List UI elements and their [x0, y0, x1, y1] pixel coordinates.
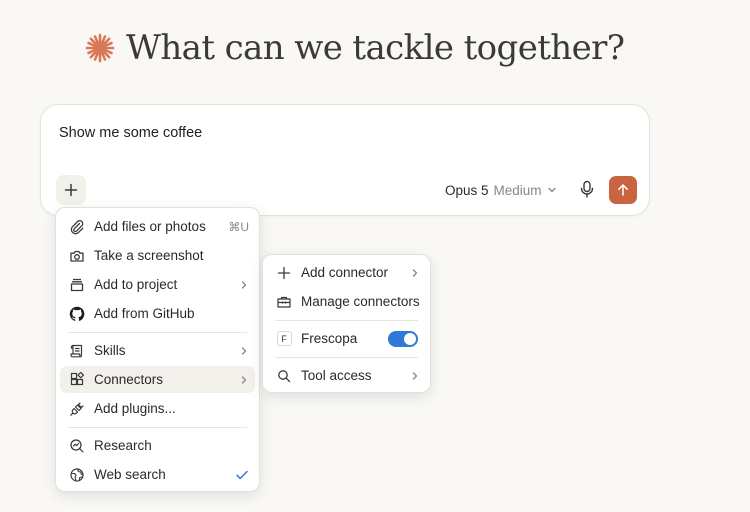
menu-item-tool-access[interactable]: Tool access: [267, 362, 426, 389]
chevron-right-icon: [412, 268, 418, 277]
menu-item-manage-connectors[interactable]: Manage connectors: [267, 288, 426, 315]
chevron-right-icon: [241, 375, 247, 384]
chevron-right-icon: [241, 346, 247, 355]
toolbox-icon: [273, 291, 295, 313]
model-selector[interactable]: Opus 5 Medium: [445, 180, 557, 200]
connectors-icon: [66, 369, 88, 391]
prompt-composer: Show me some coffee Opus 5 Medium: [40, 104, 650, 216]
menu-divider: [275, 357, 418, 358]
menu-item-web-search[interactable]: Web search: [60, 461, 255, 488]
menu-item-add-connector[interactable]: Add connector: [267, 259, 426, 286]
add-content-button[interactable]: [56, 175, 86, 205]
model-name: Opus 5: [445, 182, 489, 198]
project-box-icon: [66, 274, 88, 296]
page-title: What can we tackle together?: [126, 28, 625, 68]
keyboard-shortcut: ⌘U: [228, 219, 249, 234]
frescopa-toggle[interactable]: [388, 330, 418, 347]
frescopa-badge: F: [276, 331, 292, 346]
checkmark-icon: [236, 470, 248, 479]
menu-divider: [68, 427, 247, 428]
spark-logo-icon: [85, 33, 115, 63]
send-button[interactable]: [609, 176, 637, 204]
menu-divider: [275, 320, 418, 321]
menu-item-research[interactable]: Research: [60, 432, 255, 459]
toggle-knob: [404, 332, 416, 345]
add-content-menu: Add files or photos ⌘U Take a screenshot…: [55, 207, 260, 492]
greeting-headline: What can we tackle together?: [84, 24, 625, 72]
connectors-submenu: Add connector Manage connectors F Fresco…: [262, 254, 431, 393]
plus-icon: [64, 183, 78, 197]
menu-item-skills[interactable]: Skills: [60, 337, 255, 364]
menu-divider: [68, 332, 247, 333]
model-effort: Medium: [493, 182, 542, 198]
research-icon: [66, 435, 88, 457]
menu-item-frescopa[interactable]: F Frescopa: [267, 325, 426, 352]
arrow-up-icon: [618, 184, 628, 196]
menu-item-add-files[interactable]: Add files or photos ⌘U: [60, 213, 255, 240]
voice-input-button[interactable]: [575, 177, 599, 201]
plug-icon: [66, 398, 88, 420]
menu-item-add-from-github[interactable]: Add from GitHub: [60, 300, 255, 327]
globe-icon: [66, 464, 88, 486]
camera-icon: [66, 245, 88, 267]
search-icon: [273, 365, 295, 387]
scroll-icon: [66, 340, 88, 362]
paperclip-icon: [66, 216, 88, 238]
menu-item-screenshot[interactable]: Take a screenshot: [60, 242, 255, 269]
chevron-down-icon: [547, 187, 556, 193]
github-icon: [66, 303, 88, 325]
menu-item-add-plugins[interactable]: Add plugins...: [60, 395, 255, 422]
plus-icon: [273, 262, 295, 284]
microphone-icon: [580, 180, 594, 198]
menu-item-add-to-project[interactable]: Add to project: [60, 271, 255, 298]
prompt-input[interactable]: Show me some coffee: [59, 125, 202, 141]
chevron-right-icon: [412, 371, 418, 380]
chevron-right-icon: [241, 280, 247, 289]
menu-item-connectors[interactable]: Connectors: [60, 366, 255, 393]
